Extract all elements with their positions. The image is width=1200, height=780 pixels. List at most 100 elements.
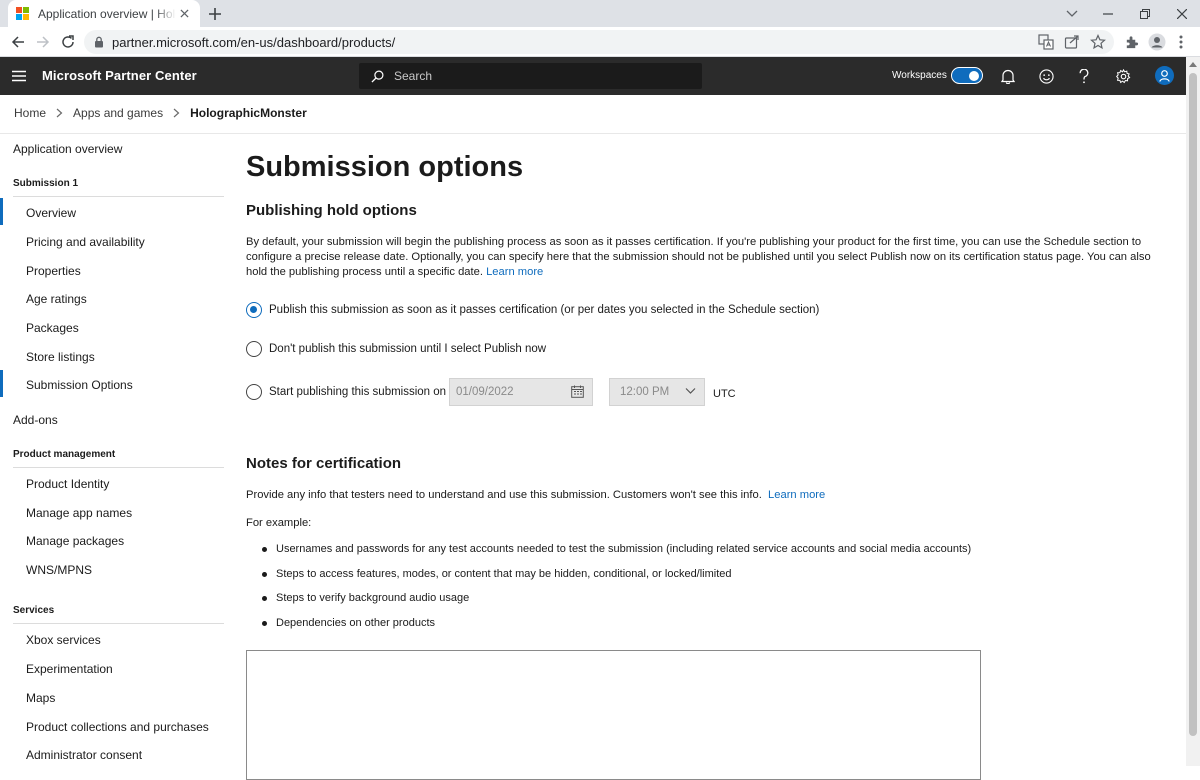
global-search-input[interactable]: Search [359, 63, 702, 89]
breadcrumb: Home Apps and games HolographicMonster [14, 106, 307, 120]
search-placeholder: Search [394, 69, 433, 83]
user-avatar[interactable] [1155, 66, 1174, 85]
radio-button[interactable] [246, 341, 262, 357]
hamburger-menu-icon[interactable] [12, 70, 26, 82]
nav-divider [13, 196, 224, 197]
nav-item-maps[interactable]: Maps [26, 691, 55, 705]
brand-title[interactable]: Microsoft Partner Center [42, 68, 197, 83]
publishing-hold-description: By default, your submission will begin t… [246, 235, 1154, 280]
nav-active-marker [0, 370, 3, 397]
chevron-right-icon [173, 108, 180, 118]
nav-heading-product-management: Product management [13, 449, 116, 460]
publish-time-select[interactable]: 12:00 PM [609, 378, 705, 406]
reload-icon[interactable] [59, 33, 77, 51]
nav-item-pricing[interactable]: Pricing and availability [26, 235, 145, 249]
nav-divider [13, 623, 224, 624]
notes-learn-more-link[interactable]: Learn more [768, 489, 825, 501]
nav-heading-services: Services [13, 605, 55, 616]
nav-item-product-collections[interactable]: Product collections and purchases [26, 720, 209, 734]
nav-item-administrator-consent[interactable]: Administrator consent [26, 748, 142, 762]
nav-item-manage-packages[interactable]: Manage packages [26, 534, 124, 548]
radio-publish-on-date[interactable]: Start publishing this submission on [246, 384, 446, 400]
chevron-down-icon [685, 388, 696, 394]
browser-tab-bar: Application overview | HolographicMonste… [0, 0, 1200, 27]
nav-add-ons[interactable]: Add-ons [13, 413, 58, 427]
calendar-icon[interactable] [571, 385, 584, 398]
radio-manual-publish[interactable]: Don't publish this submission until I se… [246, 341, 546, 357]
left-navigation: Application overview Submission 1 Overvi… [0, 134, 224, 766]
scroll-up-arrow-icon[interactable] [1189, 60, 1197, 68]
new-tab-icon[interactable] [206, 5, 224, 23]
nav-item-submission-options[interactable]: Submission Options [26, 378, 133, 392]
breadcrumb-home[interactable]: Home [14, 106, 46, 120]
nav-item-overview[interactable]: Overview [26, 206, 76, 220]
close-tab-icon[interactable] [176, 6, 192, 22]
nav-item-product-identity[interactable]: Product Identity [26, 477, 109, 491]
microsoft-logo-icon [16, 6, 30, 21]
browser-tab[interactable]: Application overview | HolographicMonste… [8, 0, 200, 27]
tab-search-chevron-icon[interactable] [1052, 0, 1092, 27]
nav-item-age-ratings[interactable]: Age ratings [26, 292, 87, 306]
for-example-label: For example: [246, 517, 312, 529]
nav-item-experimentation[interactable]: Experimentation [26, 662, 113, 676]
publishing-hold-title: Publishing hold options [246, 202, 417, 219]
settings-gear-icon[interactable] [1114, 67, 1132, 85]
radio-button-checked[interactable] [246, 302, 262, 318]
minimize-icon[interactable] [1088, 0, 1128, 27]
translate-icon[interactable] [1038, 34, 1054, 50]
list-item: Steps to verify background audio usage [262, 592, 469, 604]
list-item: Usernames and passwords for any test acc… [262, 543, 971, 555]
nav-application-overview[interactable]: Application overview [13, 142, 122, 156]
tab-title: Application overview | HolographicMonste… [38, 6, 176, 21]
search-icon [371, 70, 384, 83]
breadcrumb-apps-and-games[interactable]: Apps and games [73, 106, 163, 120]
notes-description-text: Provide any info that testers need to un… [246, 489, 762, 501]
nav-item-wns-mpns[interactable]: WNS/MPNS [26, 563, 92, 577]
nav-item-store-listings[interactable]: Store listings [26, 350, 95, 364]
bookmark-star-icon[interactable] [1090, 34, 1106, 50]
notes-for-certification-title: Notes for certification [246, 455, 402, 472]
toggle-knob [969, 71, 979, 81]
time-value: 12:00 PM [620, 386, 670, 398]
breadcrumb-current-product: HolographicMonster [190, 106, 307, 120]
radio-label: Start publishing this submission on [269, 386, 447, 398]
workspaces-label: Workspaces [892, 70, 947, 81]
list-item: Steps to access features, modes, or cont… [262, 568, 732, 580]
nav-divider [13, 467, 224, 468]
back-icon[interactable] [9, 33, 27, 51]
hold-description-text: By default, your submission will begin t… [246, 236, 1151, 278]
radio-button[interactable] [246, 384, 262, 400]
radio-label: Publish this submission as soon as it pa… [269, 304, 820, 316]
extensions-icon[interactable] [1122, 33, 1140, 51]
profile-icon[interactable] [1148, 33, 1166, 51]
lock-icon [95, 36, 103, 48]
close-window-icon[interactable] [1162, 0, 1200, 27]
restore-icon[interactable] [1125, 0, 1165, 27]
page-scrollbar[interactable] [1186, 57, 1200, 766]
person-icon [1159, 69, 1170, 82]
nav-item-manage-app-names[interactable]: Manage app names [26, 506, 132, 520]
nav-item-packages[interactable]: Packages [26, 321, 79, 335]
scroll-thumb[interactable] [1189, 73, 1197, 736]
chevron-right-icon [56, 108, 63, 118]
address-bar[interactable]: partner.microsoft.com/en-us/dashboard/pr… [84, 30, 1114, 54]
nav-item-properties[interactable]: Properties [26, 264, 81, 278]
browser-menu-icon[interactable] [1172, 33, 1190, 51]
nav-item-xbox-services[interactable]: Xbox services [26, 633, 101, 647]
help-question-icon[interactable] [1075, 67, 1093, 85]
timezone-label: UTC [713, 388, 736, 400]
feedback-smiley-icon[interactable] [1037, 67, 1055, 85]
publish-date-input[interactable]: 01/09/2022 [449, 378, 593, 406]
workspaces-toggle[interactable] [951, 67, 983, 84]
certification-notes-textarea[interactable] [246, 650, 981, 780]
nav-heading-submission: Submission 1 [13, 178, 79, 189]
list-item: Dependencies on other products [262, 617, 435, 629]
forward-icon[interactable] [34, 33, 52, 51]
share-icon[interactable] [1064, 34, 1080, 50]
nav-active-marker [0, 198, 3, 225]
date-value: 01/09/2022 [456, 386, 514, 398]
partner-center-header: Microsoft Partner Center Search Workspac… [0, 57, 1186, 95]
learn-more-link[interactable]: Learn more [486, 266, 543, 278]
radio-publish-after-certification[interactable]: Publish this submission as soon as it pa… [246, 302, 819, 318]
notifications-bell-icon[interactable] [999, 67, 1017, 85]
